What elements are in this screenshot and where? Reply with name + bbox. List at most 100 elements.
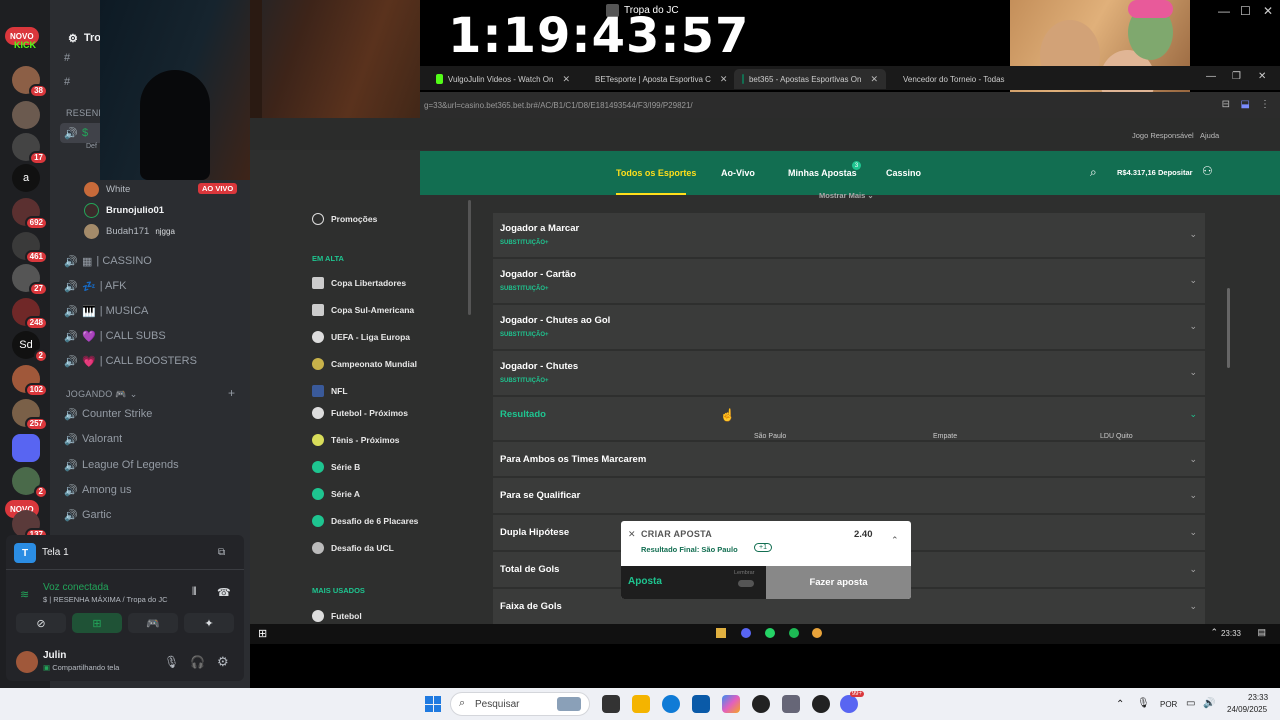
tab-vulgojulin[interactable]: VulgoJulin Videos - Watch On ✕	[428, 69, 578, 89]
text-channel[interactable]: #	[64, 48, 82, 68]
address-bar[interactable]: g=33&url=casino.bet365.bet.br#/AC/B1/C1/…	[420, 92, 1280, 118]
voice-channel-name[interactable]: $ | RESENHA MÁXIMA / Tropa do JC	[43, 595, 168, 604]
mic-icon[interactable]: 🎙	[164, 655, 179, 669]
add-channel-icon[interactable]: +	[228, 386, 235, 400]
market-jogador-a-marcar[interactable]: Jogador a Marcar SUBSTITUIÇÃO+ ⌄	[493, 213, 1205, 258]
voice-channel-call-subs[interactable]: 🔊 💜 | CALL SUBS	[64, 326, 166, 346]
menu-desafio-6-placares[interactable]: Desafio de 6 Placares	[312, 513, 418, 529]
show-more-link[interactable]: Mostrar Mais ⌄	[819, 191, 874, 200]
app-icon[interactable]	[752, 695, 770, 713]
balance[interactable]: R$4.317,16	[1117, 168, 1156, 177]
screen-share-button[interactable]: ⊞	[72, 613, 122, 633]
voice-channel-cassino[interactable]: 🔊 ▦ | CASSINO	[64, 251, 152, 271]
voice-channel-afk[interactable]: 🔊 💤 | AFK	[64, 276, 126, 296]
store-icon[interactable]	[692, 695, 710, 713]
server-icon[interactable]	[12, 101, 40, 129]
server-icon[interactable]: 38	[12, 66, 48, 98]
member-budah[interactable]: Budah171 njgga	[84, 222, 175, 240]
nav-all-sports[interactable]: Todos os Esportes	[616, 168, 696, 178]
server-icon[interactable]: 461	[12, 232, 48, 264]
discord-icon[interactable]: 99+	[840, 691, 864, 713]
server-icon[interactable]: Sd 2	[12, 331, 48, 363]
headphones-icon[interactable]: 🎧	[190, 655, 205, 669]
nav-my-bets[interactable]: Minhas Apostas	[788, 168, 857, 178]
server-header[interactable]: ⚙ Tro	[68, 32, 101, 45]
deposit-link[interactable]: Depositar	[1158, 168, 1193, 177]
server-icon[interactable]: 257	[12, 399, 48, 431]
menu-futebol-proximos[interactable]: Futebol - Próximos	[312, 405, 408, 421]
activity-button[interactable]: 🎮	[128, 613, 178, 633]
server-icon[interactable]: 137	[12, 510, 48, 542]
tray-chevron-icon[interactable]: ⌃	[1116, 699, 1124, 710]
nav-in-play[interactable]: Ao-Vivo	[721, 168, 755, 178]
voice-channel-among-us[interactable]: 🔊 Among us	[64, 480, 132, 500]
user-avatar[interactable]	[16, 651, 38, 673]
gear-icon[interactable]: ⚙	[217, 654, 229, 670]
menu-nfl[interactable]: NFL	[312, 383, 348, 399]
stake-input[interactable]: Aposta Lembrar	[621, 566, 766, 599]
tab-betesporte[interactable]: BETesporte | Aposta Esportiva C ✕	[582, 69, 732, 89]
search-icon[interactable]: ⌕	[1090, 165, 1097, 180]
server-icon[interactable]: 2	[12, 467, 48, 499]
server-icon[interactable]: 102	[12, 365, 48, 397]
minimize-icon[interactable]: —	[1206, 71, 1216, 82]
menu-uefa-liga-europa[interactable]: UEFA - Liga Europa	[312, 329, 410, 345]
obs-icon[interactable]	[812, 695, 830, 713]
menu-promotions[interactable]: Promoções	[312, 211, 377, 227]
close-tab-icon[interactable]: ✕	[870, 74, 878, 85]
folder-icon[interactable]	[12, 434, 40, 462]
camera-off-button[interactable]: ⊘	[16, 613, 66, 633]
member-white[interactable]: White	[84, 180, 130, 198]
taskbar-date[interactable]: 24/09/2025	[1227, 705, 1267, 714]
nav-casino[interactable]: Cassino	[886, 168, 921, 178]
start-button[interactable]	[425, 696, 441, 712]
voice-channel-valorant[interactable]: 🔊 Valorant	[64, 429, 122, 449]
profile-icon[interactable]: ⬓	[1241, 99, 1250, 110]
user-icon[interactable]: ⚇	[1202, 164, 1213, 178]
main-scrollbar[interactable]	[1227, 288, 1230, 368]
taskbar-search[interactable]: ⌕ Pesquisar	[450, 692, 590, 716]
tab-vencedor[interactable]: Vencedor do Torneio - Todas	[890, 69, 1010, 89]
remember-toggle[interactable]	[738, 580, 754, 587]
left-scrollbar[interactable]	[468, 200, 471, 315]
menu-desafio-ucl[interactable]: Desafio da UCL	[312, 540, 394, 556]
menu-serie-a[interactable]: Série A	[312, 486, 360, 502]
server-icon[interactable]: 17	[12, 133, 48, 165]
close-icon[interactable]: ✕	[628, 529, 636, 540]
voice-channel-call-boosters[interactable]: 🔊 💗 | CALL BOOSTERS	[64, 351, 197, 371]
maximize-icon[interactable]: ☐	[1240, 4, 1251, 18]
category-jogando[interactable]: JOGANDO 🎮 ⌄	[66, 389, 138, 400]
extensions-icon[interactable]: ⊟	[1222, 99, 1230, 110]
betslip-extra-count[interactable]: +1	[754, 543, 772, 552]
help-link[interactable]: Ajuda	[1200, 131, 1219, 140]
market-chutes-ao-gol[interactable]: Jogador - Chutes ao Gol SUBSTITUIÇÃO+ ⌄	[493, 305, 1205, 350]
market-resultado[interactable]: Resultado ⌄ São Paulo Empate LDU Quito	[493, 397, 1205, 441]
close-icon[interactable]: ✕	[1263, 4, 1273, 18]
market-jogador-cartao[interactable]: Jogador - Cartão SUBSTITUIÇÃO+ ⌄	[493, 259, 1205, 304]
edge-icon[interactable]	[662, 695, 680, 713]
soundboard-icon[interactable]: ⫴	[192, 586, 197, 599]
mic-icon[interactable]: 🎙	[1137, 698, 1150, 709]
menu-copa-sul-americana[interactable]: Copa Sul-Americana	[312, 302, 414, 318]
menu-copa-libertadores[interactable]: Copa Libertadores	[312, 275, 406, 291]
market-para-se-qualificar[interactable]: Para se Qualificar ⌄	[493, 478, 1205, 514]
server-icon[interactable]: 248	[12, 298, 48, 330]
server-icon[interactable]: 27	[12, 264, 48, 296]
text-channel[interactable]: #	[64, 72, 82, 92]
member-brunojulio[interactable]: Brunojulio01	[84, 201, 164, 219]
close-tab-icon[interactable]: ✕	[720, 74, 728, 85]
soundboard-button[interactable]: ✦	[184, 613, 234, 633]
menu-serie-b[interactable]: Série B	[312, 459, 360, 475]
menu-icon[interactable]: ⋮	[1260, 99, 1270, 110]
market-chutes[interactable]: Jogador - Chutes SUBSTITUIÇÃO+ ⌄	[493, 351, 1205, 396]
minimize-icon[interactable]: —	[1218, 4, 1230, 18]
disconnect-icon[interactable]: ☎	[217, 586, 231, 599]
responsible-gaming-link[interactable]: Jogo Responsável	[1132, 131, 1194, 140]
menu-campeonato-mundial[interactable]: Campeonato Mundial	[312, 356, 417, 372]
place-bet-button[interactable]: Fazer aposta	[766, 566, 911, 599]
close-tab-icon[interactable]: ✕	[562, 74, 570, 85]
voice-channel-musica[interactable]: 🔊 🎹 | MUSICA	[64, 301, 148, 321]
copilot-icon[interactable]	[722, 695, 740, 713]
menu-futebol[interactable]: Futebol	[312, 608, 362, 624]
menu-tenis-proximos[interactable]: Tênis - Próximos	[312, 432, 400, 448]
